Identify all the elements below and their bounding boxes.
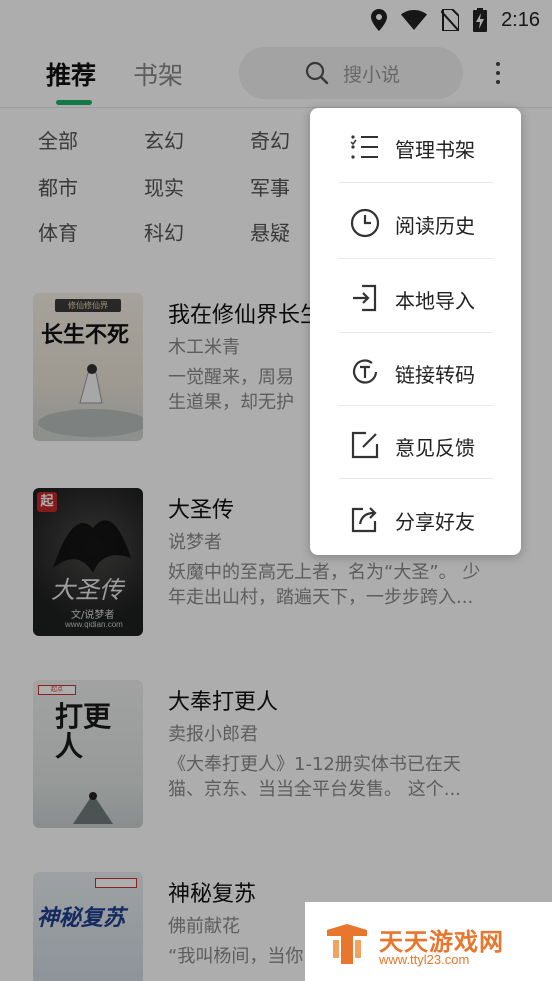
import-icon [353, 284, 377, 312]
transcode-icon [352, 359, 378, 384]
menu-item-link-transcode[interactable]: 链接转码 [310, 335, 521, 408]
list-icon [350, 135, 378, 159]
menu-divider [338, 182, 493, 183]
overflow-menu: 管理书架 阅读历史 本地导入 链接转码 意见反馈 分享好友 [310, 108, 521, 555]
menu-item-label: 意见反馈 [395, 436, 475, 460]
menu-item-label: 本地导入 [395, 289, 475, 313]
menu-item-label: 管理书架 [395, 138, 475, 162]
menu-item-label: 分享好友 [395, 510, 475, 534]
menu-divider [338, 258, 493, 259]
watermark: 天天游戏网 www.ttyl23.com [305, 902, 552, 981]
edit-icon [351, 431, 379, 459]
menu-divider [338, 332, 493, 333]
menu-divider [338, 478, 493, 479]
menu-item-reading-history[interactable]: 阅读历史 [310, 186, 521, 259]
menu-item-share[interactable]: 分享好友 [310, 482, 521, 555]
menu-item-manage-shelf[interactable]: 管理书架 [310, 110, 521, 183]
watermark-url: www.ttyl23.com [379, 952, 470, 967]
share-icon [351, 507, 377, 533]
clock-icon [350, 208, 380, 238]
watermark-logo [327, 924, 367, 964]
menu-item-feedback[interactable]: 意见反馈 [310, 408, 521, 481]
menu-item-local-import[interactable]: 本地导入 [310, 261, 521, 334]
menu-item-label: 阅读历史 [395, 214, 475, 238]
menu-item-label: 链接转码 [395, 363, 475, 387]
menu-divider [338, 405, 493, 406]
